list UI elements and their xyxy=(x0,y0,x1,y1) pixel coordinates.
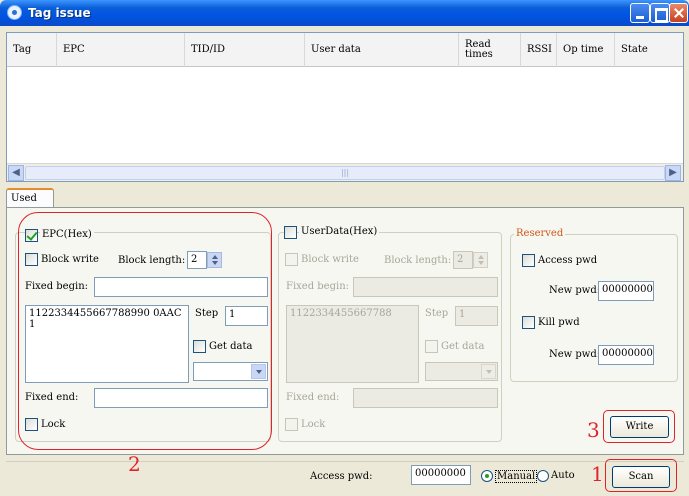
userdata-block-length-spinner[interactable] xyxy=(473,252,488,268)
annotation-number-three: 3 xyxy=(587,418,600,442)
userdata-block-length-label: Block length: xyxy=(384,255,452,266)
maximize-button[interactable] xyxy=(650,3,670,23)
userdata-fixed-end-label: Fixed end: xyxy=(286,392,340,403)
userdata-fixed-begin-input[interactable] xyxy=(353,277,498,297)
userdata-fixed-end-input[interactable] xyxy=(353,388,498,408)
access-pwd-checkbox[interactable] xyxy=(522,254,535,267)
kill-new-pwd-label: New pwd: xyxy=(549,349,601,360)
annotation-number-one: 1 xyxy=(591,462,604,486)
kill-pwd-checkbox[interactable] xyxy=(522,316,535,329)
annotation-epc-ring xyxy=(18,212,272,450)
kill-new-pwd-input[interactable]: 00000000 xyxy=(598,345,654,365)
tag-list[interactable]: Tag EPC TID/ID User data Read times RSSI… xyxy=(6,32,684,182)
scroll-right-icon[interactable]: ▶ xyxy=(665,165,681,181)
column-header-state[interactable]: State xyxy=(615,33,683,67)
userdata-lock-checkbox[interactable] xyxy=(285,418,298,431)
userdata-get-data-combo[interactable] xyxy=(425,362,498,381)
column-header-rssi[interactable]: RSSI xyxy=(521,33,557,67)
column-header-op-time[interactable]: Op time xyxy=(557,33,615,67)
footer-access-pwd-label: Access pwd: xyxy=(310,471,373,482)
annotation-write-box xyxy=(603,410,675,443)
userdata-get-data-label: Get data xyxy=(441,341,485,352)
tab-used[interactable]: Used xyxy=(6,188,54,208)
app-icon xyxy=(7,5,22,20)
access-new-pwd-label: New pwd: xyxy=(549,285,601,296)
column-header-tid[interactable]: TID/ID xyxy=(185,33,305,67)
column-header-read-times[interactable]: Read times xyxy=(459,33,521,67)
auto-radio[interactable] xyxy=(537,470,549,482)
userdata-block-write-label: Block write xyxy=(301,254,359,265)
userdata-hex-label: UserData(Hex) xyxy=(299,226,380,237)
scroll-left-icon[interactable]: ◀ xyxy=(8,165,24,181)
userdata-block-write-checkbox[interactable] xyxy=(285,253,298,266)
userdata-step-label: Step xyxy=(425,308,449,319)
window-title: Tag issue xyxy=(28,6,91,20)
footer-access-pwd-input[interactable]: 00000000 xyxy=(411,465,471,485)
column-header-tag[interactable]: Tag xyxy=(7,33,57,67)
close-button[interactable] xyxy=(669,3,688,23)
manual-label: Manual xyxy=(495,470,538,483)
userdata-get-data-checkbox[interactable] xyxy=(425,340,438,353)
minimize-button[interactable] xyxy=(630,3,650,23)
reserved-legend: Reserved xyxy=(514,228,566,239)
userdata-step-input[interactable]: 1 xyxy=(455,306,498,326)
userdata-data-textarea[interactable]: 1122334455667788 xyxy=(286,305,419,383)
tag-list-header: Tag EPC TID/ID User data Read times RSSI… xyxy=(7,33,683,67)
access-pwd-label: Access pwd xyxy=(538,255,598,266)
chevron-down-icon[interactable] xyxy=(481,364,496,379)
userdata-block-length-input[interactable]: 2 xyxy=(453,251,473,269)
horizontal-scrollbar[interactable]: ◀ ||| ▶ xyxy=(7,163,683,181)
column-header-epc[interactable]: EPC xyxy=(57,33,185,67)
access-new-pwd-input[interactable]: 00000000 xyxy=(598,281,654,301)
column-header-user-data[interactable]: User data xyxy=(305,33,459,67)
kill-pwd-label: Kill pwd xyxy=(538,317,580,328)
userdata-fixed-begin-label: Fixed begin: xyxy=(286,281,350,292)
userdata-hex-checkbox[interactable] xyxy=(284,226,297,239)
userdata-lock-label: Lock xyxy=(301,419,326,430)
annotation-number-two: 2 xyxy=(128,452,141,476)
auto-label: Auto xyxy=(551,470,575,481)
manual-radio[interactable] xyxy=(481,470,493,482)
title-bar[interactable] xyxy=(0,0,689,26)
annotation-scan-box xyxy=(605,459,677,492)
scrollbar-thumb[interactable]: ||| xyxy=(25,166,665,180)
